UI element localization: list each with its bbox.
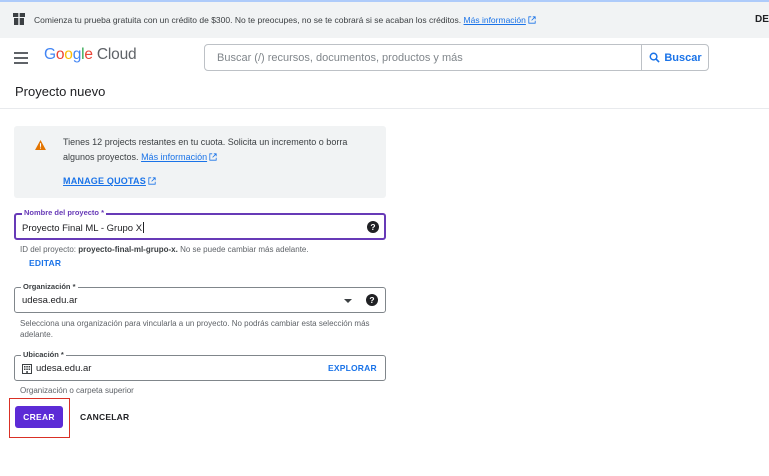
search-icon xyxy=(649,52,661,63)
warning-icon xyxy=(35,140,46,150)
banner-dismiss-button[interactable]: DE xyxy=(755,14,769,25)
project-name-field[interactable]: Nombre del proyecto * Proyecto Final ML … xyxy=(14,208,386,240)
logo-cloud-text: Cloud xyxy=(96,46,137,63)
browse-button[interactable]: EXPLORAR xyxy=(328,363,377,373)
search-box xyxy=(204,44,709,71)
search-input[interactable] xyxy=(217,50,637,66)
svg-text:?: ? xyxy=(369,295,374,305)
hamburger-menu-icon[interactable] xyxy=(14,52,28,64)
organization-select[interactable]: Organización * udesa.edu.ar ? xyxy=(14,282,386,313)
external-link-icon xyxy=(528,16,536,24)
organization-label: Organización * xyxy=(21,282,78,292)
organization-value: udesa.edu.ar xyxy=(22,295,78,306)
quota-notice: Tienes 12 projects restantes en tu cuota… xyxy=(14,126,386,198)
external-link-icon xyxy=(148,177,156,185)
trial-banner: Comienza tu prueba gratuita con un crédi… xyxy=(0,0,769,38)
dropdown-arrow-icon xyxy=(344,299,352,303)
organization-hint: Selecciona una organización para vincula… xyxy=(20,319,370,339)
text-caret xyxy=(143,222,145,233)
location-hint: Organización o carpeta superior xyxy=(20,386,134,395)
quota-more-info-link[interactable]: Más información xyxy=(141,152,207,162)
banner-more-info-link[interactable]: Más información xyxy=(464,15,526,25)
building-icon xyxy=(22,364,32,374)
page-title: Proyecto nuevo xyxy=(15,84,106,99)
help-icon[interactable]: ? xyxy=(366,294,378,306)
banner-message: Comienza tu prueba gratuita con un crédi… xyxy=(34,15,462,25)
location-label: Ubicación * xyxy=(21,350,66,360)
create-button[interactable]: CREAR xyxy=(15,406,63,428)
project-id-hint: ID del proyecto: proyecto-final-ml-grupo… xyxy=(20,245,309,254)
banner-text: Comienza tu prueba gratuita con un crédi… xyxy=(34,15,536,25)
project-name-input: Proyecto Final ML - Grupo X xyxy=(22,222,145,234)
google-cloud-logo[interactable]: Google Cloud xyxy=(44,46,137,64)
svg-text:?: ? xyxy=(370,222,375,232)
quota-message: Tienes 12 projects restantes en tu cuota… xyxy=(63,137,348,162)
external-link-icon xyxy=(209,153,217,161)
location-field[interactable]: Ubicación * udesa.edu.ar EXPLORAR xyxy=(14,350,386,381)
manage-quotas-link[interactable]: MANAGE QUOTAS xyxy=(63,176,156,186)
divider xyxy=(0,108,769,109)
project-id-value: proyecto-final-ml-grupo-x. xyxy=(78,245,178,254)
help-icon[interactable]: ? xyxy=(367,221,379,233)
search-button-label: Buscar xyxy=(664,51,702,64)
project-name-label: Nombre del proyecto * xyxy=(22,208,107,218)
edit-project-id-button[interactable]: EDITAR xyxy=(29,258,61,268)
gift-icon xyxy=(13,13,25,25)
location-value: udesa.edu.ar xyxy=(36,363,92,374)
cancel-button[interactable]: CANCELAR xyxy=(80,412,129,422)
search-button[interactable]: Buscar xyxy=(641,44,709,71)
